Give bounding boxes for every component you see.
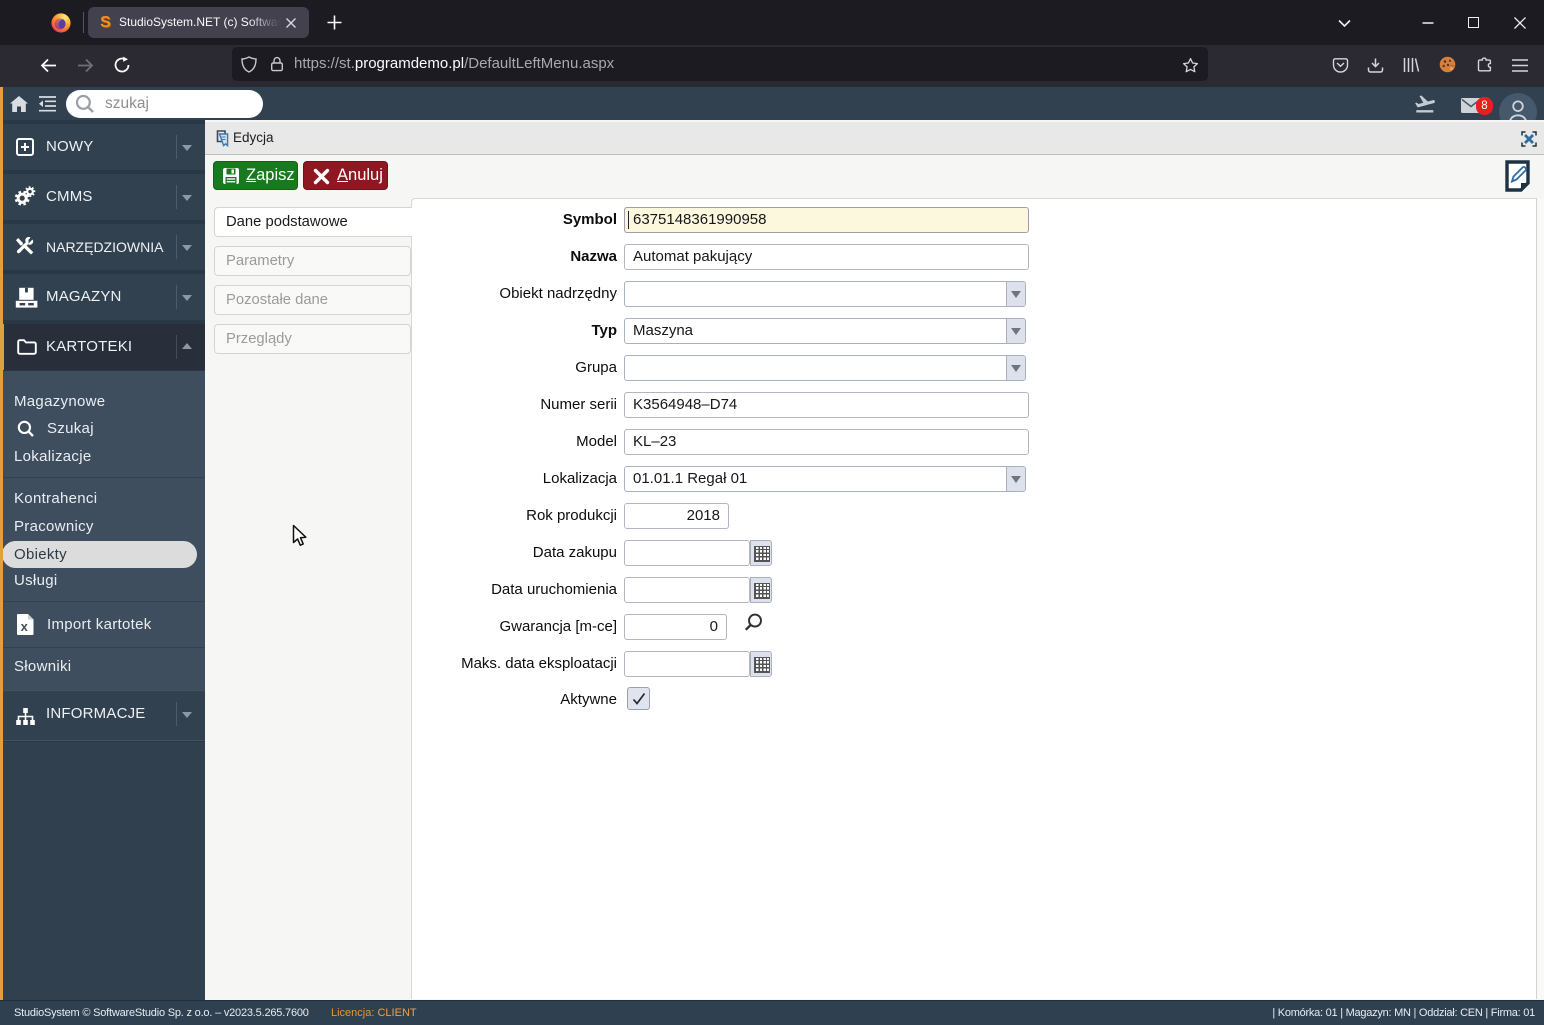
svg-text:x: x (21, 619, 29, 634)
